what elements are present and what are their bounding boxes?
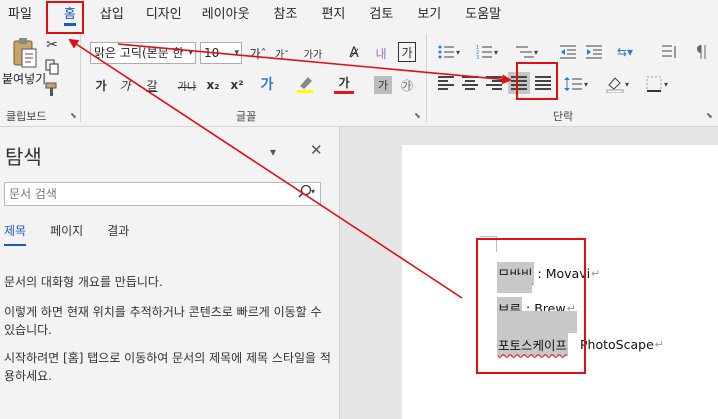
nav-help-text-3: 시작하려면 [홈] 탭으로 이동하여 문서의 제목에 제목 스타일을 적용하세요… (4, 351, 331, 383)
highlight-color-icon[interactable] (294, 74, 316, 94)
format-painter-icon[interactable] (42, 80, 62, 98)
search-placeholder: 문서 검색 (9, 187, 57, 201)
align-right-icon[interactable] (486, 76, 502, 90)
font-launcher-icon[interactable]: ⬊ (414, 111, 421, 120)
font-size-combo[interactable]: 10 ▾ (200, 42, 242, 64)
svg-text:▾: ▾ (494, 48, 498, 57)
tab-design[interactable]: 디자인 (140, 0, 188, 30)
italic-button[interactable]: 가 (116, 76, 134, 94)
line-spacing-icon[interactable]: ▾ (562, 74, 592, 94)
numbering-icon[interactable]: 1 2 3 ▾ (474, 42, 502, 62)
nav-help-text-1: 문서의 대화형 개요를 만듭니다. (4, 275, 163, 289)
text-direction-icon[interactable]: ⇆▾ (612, 42, 638, 62)
show-marks-icon[interactable] (690, 42, 710, 62)
svg-text:▾: ▾ (534, 48, 538, 57)
chevron-down-icon: ▾ (188, 48, 193, 58)
multilevel-list-icon[interactable]: ▾ (512, 42, 542, 62)
clear-format-icon[interactable]: A̷ (346, 44, 362, 62)
svg-text:▾: ▾ (584, 80, 588, 89)
tab-layout[interactable]: 레이아웃 (196, 0, 256, 30)
clipboard-group-label: 클립보드 (6, 110, 47, 123)
phonetic-guide-button[interactable]: 내 (370, 42, 392, 64)
tab-insert[interactable]: 삽입 (94, 0, 130, 30)
paragraph-mark: ↵ (591, 267, 601, 280)
clipboard-launcher-icon[interactable]: ⬊ (70, 111, 77, 120)
subscript-button[interactable]: x₂ (204, 76, 222, 94)
shrink-font-button[interactable]: 가ˇ (272, 44, 292, 62)
close-icon[interactable]: ✕ (310, 141, 323, 159)
font-color-button[interactable]: 가 (334, 74, 354, 94)
nav-title: 탐색 (5, 145, 42, 169)
navigation-pane: 탐색 ▾ ✕ 문서 검색 ▾ 제목 페이지 결과 문서의 대화형 개요를 만듭니… (0, 127, 340, 419)
paste-label[interactable]: 붙여넣기 (2, 70, 46, 87)
increase-indent-icon[interactable] (584, 42, 604, 62)
paragraph-launcher-icon[interactable]: ⬊ (706, 111, 713, 120)
change-case-button[interactable]: 가가 (300, 44, 326, 62)
superscript-button[interactable]: x² (228, 76, 246, 94)
font-size-value: 10 (204, 46, 220, 60)
align-left-icon[interactable] (438, 76, 454, 90)
doc-value: PhotoScape (580, 337, 654, 352)
annotation-box-home-tab (46, 1, 84, 34)
decrease-indent-icon[interactable] (558, 42, 578, 62)
tab-help[interactable]: 도움말 (459, 0, 507, 30)
align-center-icon[interactable] (462, 76, 478, 90)
shading-icon[interactable]: ▾ (604, 74, 634, 94)
strikethrough-button[interactable]: 가나 (174, 76, 200, 94)
chevron-down-icon: ▾ (234, 48, 239, 58)
svg-text:▾: ▾ (311, 187, 315, 196)
paste-icon[interactable] (10, 36, 40, 70)
nav-tab-results[interactable]: 결과 (107, 222, 129, 239)
grow-font-button[interactable]: 가ˆ (248, 44, 268, 62)
cut-icon[interactable]: ✂ (42, 36, 62, 54)
paragraph-mark: ↵ (654, 338, 664, 351)
sort-icon[interactable] (658, 42, 680, 62)
annotation-box-justify (516, 62, 558, 100)
bold-button[interactable]: 가 (92, 76, 110, 94)
ribbon: 붙여넣기 ✂ 클립보드 ⬊ 맑은 고딕(본문 한 ▾ 10 ▾ 가ˆ 가ˇ 가가… (0, 30, 718, 127)
font-group-label: 글꼴 (236, 110, 257, 123)
tab-references[interactable]: 참조 (268, 0, 304, 30)
char-shading-button[interactable]: 가 (374, 76, 392, 94)
tab-file[interactable]: 파일 (2, 0, 38, 30)
search-input[interactable]: 문서 검색 ▾ (4, 182, 321, 206)
annotation-box-selection (476, 238, 586, 374)
menu-bar: 파일 홈 삽입 디자인 레이아웃 참조 편지 검토 보기 도움말 (0, 0, 718, 30)
svg-text:▾: ▾ (456, 48, 460, 57)
copy-icon[interactable] (42, 58, 62, 76)
font-name-combo[interactable]: 맑은 고딕(본문 한 ▾ (90, 42, 196, 64)
paragraph-group-label: 단락 (553, 110, 574, 123)
bullets-icon[interactable]: ▾ (436, 42, 464, 62)
tab-mailings[interactable]: 편지 (315, 0, 351, 30)
enclose-char-button[interactable]: ㉮ (398, 76, 416, 94)
tab-review[interactable]: 검토 (363, 0, 399, 30)
divider (80, 34, 81, 122)
nav-help-text-2: 이렇게 하면 현재 위치를 추적하거나 콘텐츠로 빠르게 이동할 수 있습니다. (4, 305, 322, 337)
svg-text:▾: ▾ (625, 80, 629, 89)
nav-tab-headings[interactable]: 제목 (4, 222, 27, 246)
text-effects-button[interactable]: 가 (256, 74, 278, 94)
tab-view[interactable]: 보기 (411, 0, 447, 30)
underline-button[interactable]: 갈 (140, 76, 164, 94)
crop-mark (480, 236, 496, 237)
nav-tabs: 제목 페이지 결과 (4, 222, 153, 246)
boxed-char-button[interactable]: 가 (398, 42, 416, 62)
nav-tab-pages[interactable]: 페이지 (50, 222, 83, 239)
svg-text:▾: ▾ (664, 80, 668, 89)
svg-text:3: 3 (476, 55, 479, 60)
font-name-value: 맑은 고딕(본문 한 (94, 46, 184, 60)
divider (426, 34, 427, 122)
nav-options-icon[interactable]: ▾ (270, 145, 276, 159)
search-icon[interactable]: ▾ (298, 183, 316, 205)
borders-icon[interactable]: ▾ (644, 74, 674, 94)
